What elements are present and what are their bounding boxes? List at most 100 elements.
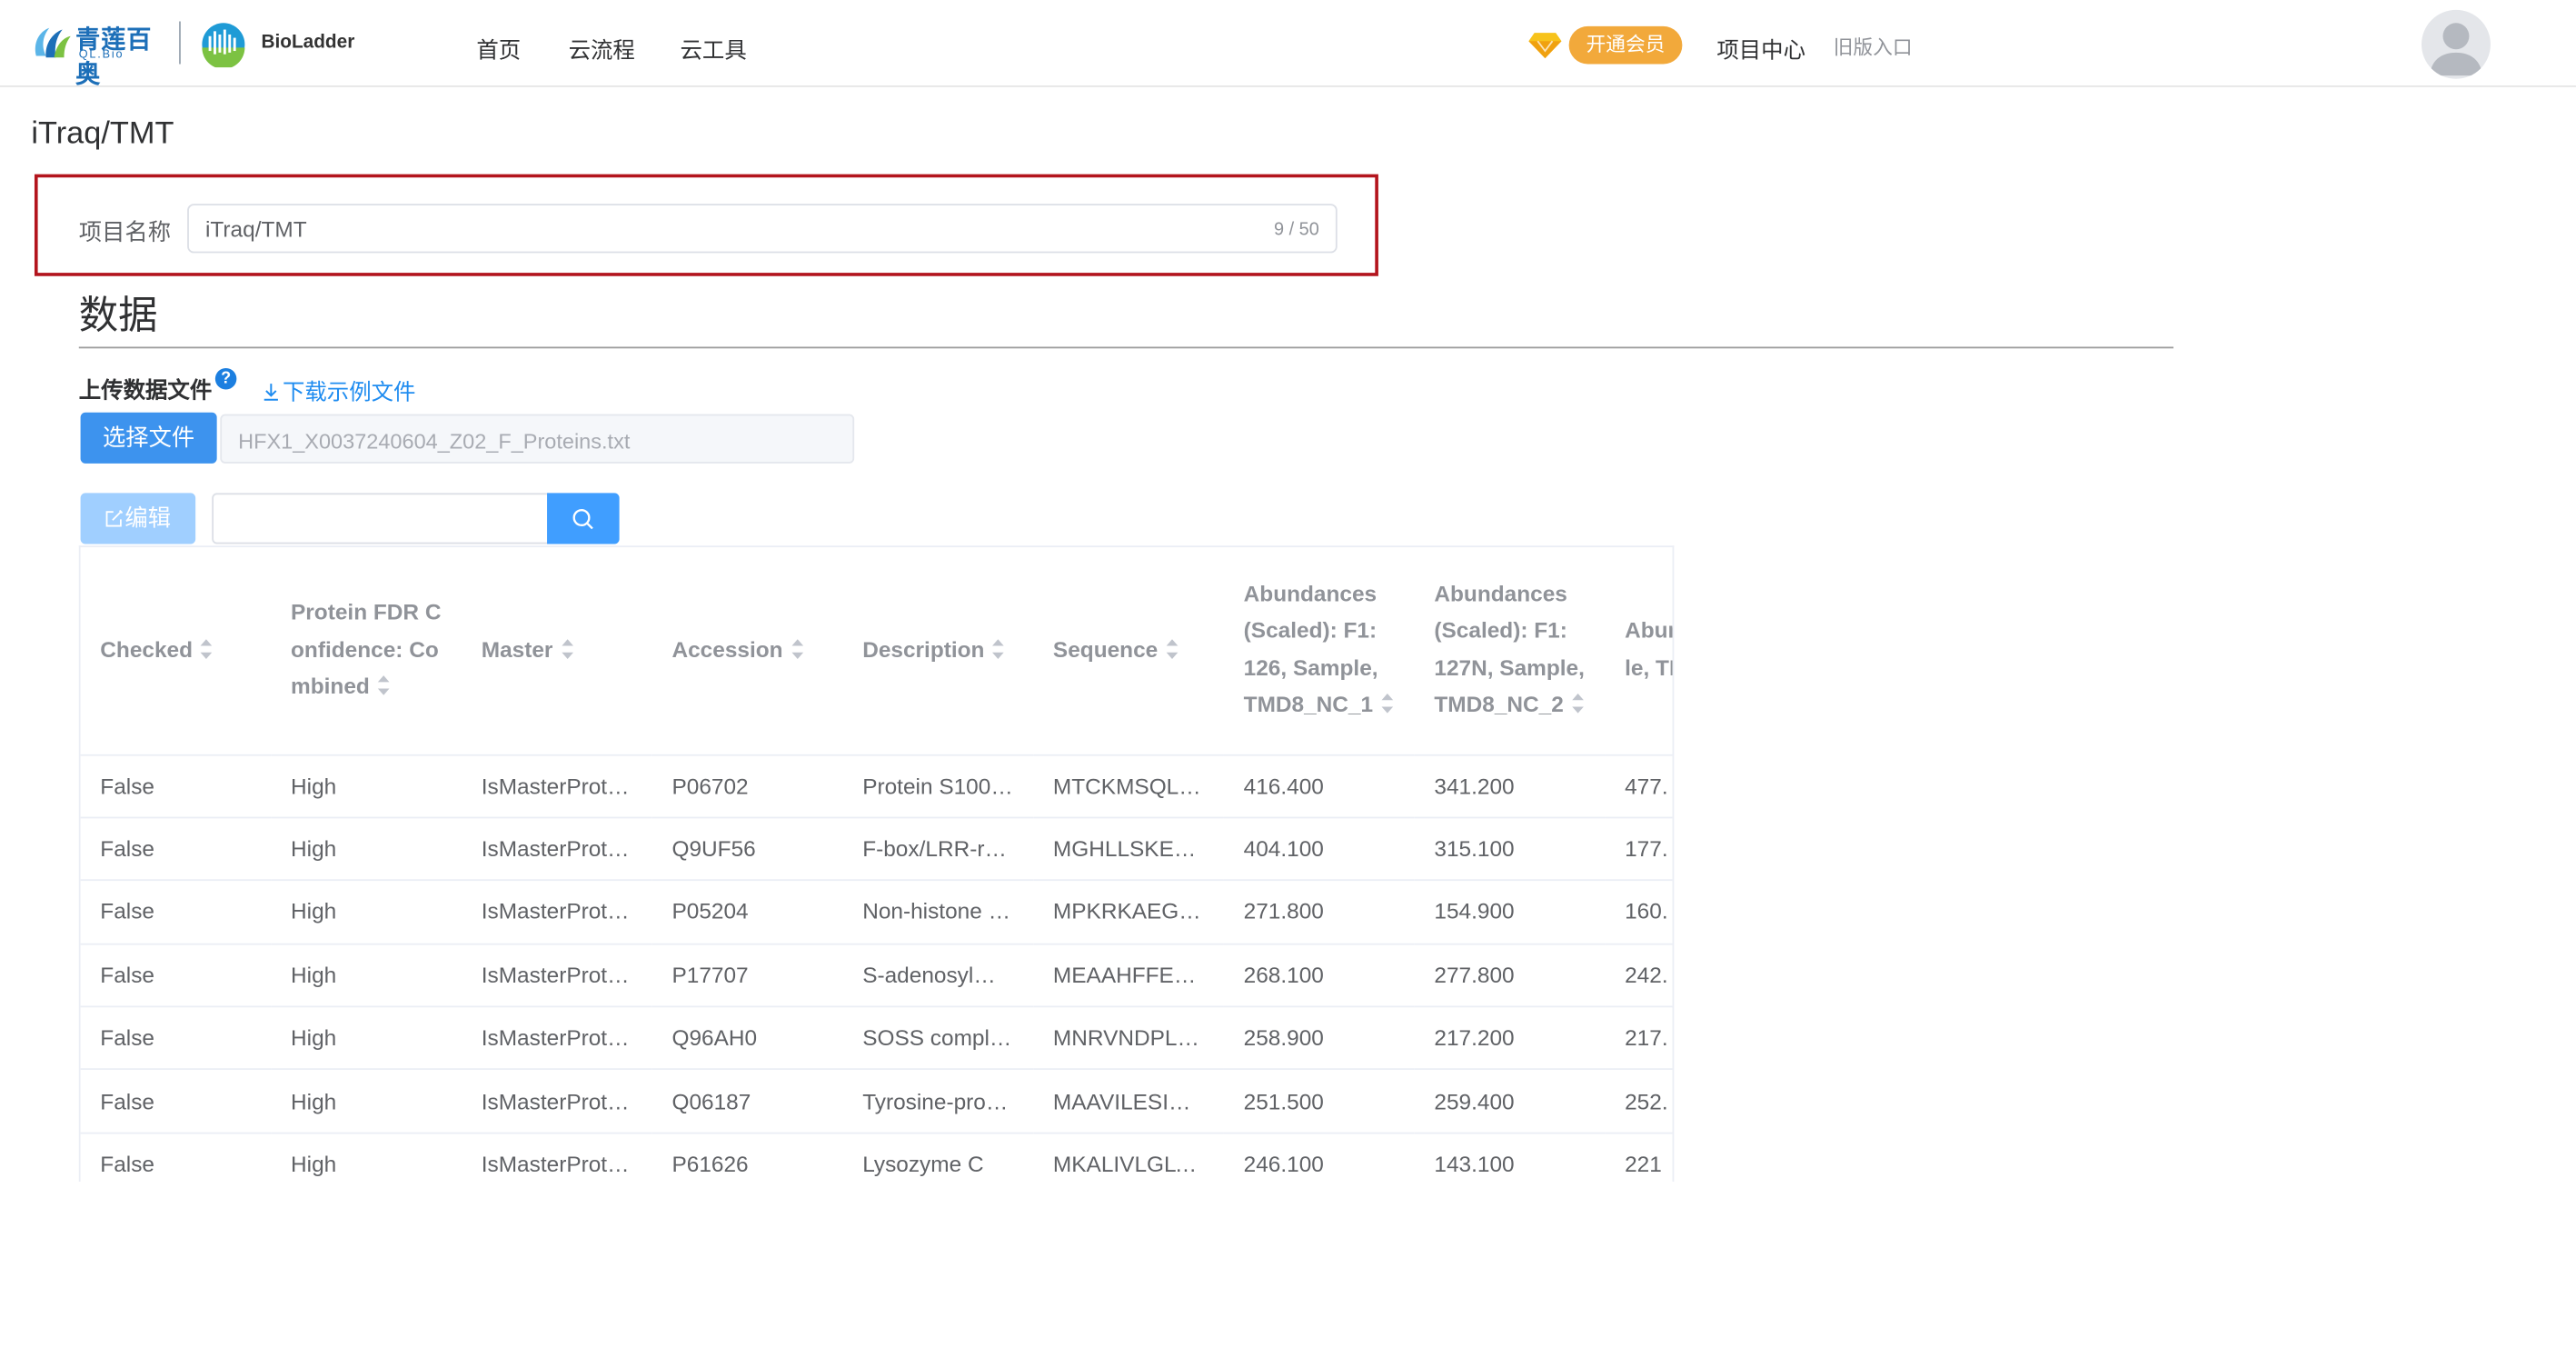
table-cell: 242. [1605, 944, 1673, 1008]
download-icon [264, 384, 278, 401]
table-cell: High [271, 817, 462, 882]
table-cell: 143.100 [1414, 1133, 1606, 1182]
bioladder-logo-text: BioLadder [261, 33, 355, 53]
table-row[interactable]: False High IsMasterProtein P17707 S-adenosyl… [80, 944, 1673, 1008]
sort-caret-icon[interactable] [991, 637, 1006, 660]
column-header[interactable]: Sequence [1033, 547, 1224, 755]
table-cell: 154.900 [1414, 880, 1606, 945]
edit-button[interactable]: 编辑 [80, 493, 196, 544]
open-membership-button[interactable]: 开通会员 [1568, 25, 1683, 65]
table-cell: 258.900 [1223, 1006, 1415, 1071]
table-cell: MNRVNDPLIFIRDIKPGLKNLNVVFIVLEIGRVTKTKDGH… [1033, 1006, 1224, 1071]
sort-caret-icon[interactable] [790, 637, 804, 660]
table-cell: 277.800 [1414, 944, 1606, 1008]
sort-caret-icon[interactable] [1570, 693, 1585, 715]
table-cell: 268.100 [1223, 944, 1415, 1008]
table-cell: Q9UF56 [651, 817, 843, 882]
table-cell: False [80, 880, 272, 945]
qingliang-logo[interactable]: 青莲百奥 QL.Bio [30, 20, 171, 89]
download-example-link[interactable]: 下载示例文件 [263, 373, 415, 405]
table-cell: 259.400 [1414, 1069, 1606, 1134]
choose-file-button[interactable]: 选择文件 [80, 412, 217, 464]
old-version-link[interactable]: 旧版入口 [1834, 33, 1913, 61]
bioladder-logo-icon [202, 23, 245, 68]
top-header: 青莲百奥 QL.Bio BioLadder 首页 云流程 云工具 开通会员 项目… [0, 0, 2576, 89]
table-cell: P61626 [651, 1133, 843, 1182]
project-center-link[interactable]: 项目中心 [1716, 31, 1805, 64]
column-header-label: Accession [671, 636, 783, 662]
project-name-value: iTraq/TMT [205, 216, 307, 242]
table-cell: 252. [1605, 1069, 1673, 1134]
table-cell: MAAVILESIFLKRSQQKKKTSPLNFKKRLFLLTVHKLSYY… [1033, 1069, 1224, 1134]
diamond-icon [1528, 33, 1562, 59]
table-cell: IsMasterProtein [462, 944, 652, 1008]
table-cell: P06702 [651, 754, 843, 819]
column-header[interactable]: Protein FDR Confidence: Combined [271, 547, 462, 755]
table-cell: 160. [1605, 880, 1673, 945]
table-cell: P17707 [651, 944, 843, 1008]
table-cell: 341.200 [1414, 754, 1606, 819]
project-name-input[interactable]: iTraq/TMT 9 / 50 [187, 204, 1338, 254]
table-cell: High [271, 1006, 462, 1071]
table-cell: IsMasterProtein [462, 817, 652, 882]
sort-caret-icon[interactable] [376, 674, 391, 696]
table-cell: False [80, 1006, 272, 1071]
table-cell: MPKRKAEGDAKGDKAKVKDEPQRRSARLSAKPAPPKPEPK… [1033, 880, 1224, 945]
column-header-label: Master [481, 636, 553, 662]
table-cell: S-adenosylmethionine decarboxylase proen… [842, 944, 1034, 1008]
data-table-viewport[interactable]: Checked Protein FDR Confidence: Combined M… [78, 545, 1675, 1182]
user-avatar[interactable] [2421, 9, 2491, 79]
sort-caret-icon[interactable] [1379, 693, 1394, 715]
table-cell: 251.500 [1223, 1069, 1415, 1134]
search-button[interactable] [547, 493, 620, 544]
table-cell: IsMasterProtein [462, 1133, 652, 1182]
column-header[interactable]: Abundances (Scaled): F1: 127N, Sample, T… [1414, 547, 1606, 755]
user-icon [2430, 23, 2482, 76]
table-cell: High [271, 754, 462, 819]
nav-home[interactable]: 首页 [476, 31, 521, 64]
column-header[interactable]: Abundances (Scaled): F1: 127C, Sample, T… [1605, 547, 1673, 755]
table-cell: False [80, 1133, 272, 1182]
table-cell: 177. [1605, 817, 1673, 882]
table-cell: MEAAHFFEGTEKLLEVWFSRQQPDANQGSGDLRTIPRSEW… [1033, 944, 1224, 1008]
table-row[interactable]: False High IsMasterProtein Q9UF56 F-box/LRR-… [80, 817, 1673, 882]
column-header[interactable]: Abundances (Scaled): F1: 126, Sample, TM… [1223, 547, 1415, 755]
table-cell: 246.100 [1223, 1133, 1415, 1182]
qingliang-logo-icon [35, 27, 71, 58]
download-example-text: 下载示例文件 [282, 379, 416, 404]
table-cell: Q06187 [651, 1069, 843, 1134]
table-header-row: Checked Protein FDR Confidence: Combined M… [80, 547, 1673, 755]
column-header[interactable]: Master [462, 547, 652, 755]
table-cell: Protein S100-A9 [842, 754, 1034, 819]
table-cell: IsMasterProtein [462, 754, 652, 819]
table-cell: False [80, 1069, 272, 1134]
column-header-label: Checked [100, 636, 194, 662]
nav-cloud-pipeline[interactable]: 云流程 [569, 31, 635, 64]
table-search-input[interactable] [212, 493, 549, 544]
bioladder-logo[interactable]: BioLadder [194, 22, 374, 68]
table-row[interactable]: False High IsMasterProtein P06702 Protein S1… [80, 754, 1673, 819]
data-table: Checked Protein FDR Confidence: Combined M… [80, 547, 1673, 1182]
column-header-label: Abundances (Scaled): F1: 126, Sample, TM… [1243, 581, 1378, 717]
column-header[interactable]: Checked [80, 547, 272, 755]
table-row[interactable]: False High IsMasterProtein P05204 Non-histon… [80, 880, 1673, 945]
table-row[interactable]: False High IsMasterProtein Q96AH0 SOSS compl… [80, 1006, 1673, 1071]
help-icon[interactable]: ? [214, 367, 237, 390]
search-icon [572, 509, 593, 530]
table-cell: 271.800 [1223, 880, 1415, 945]
table-row[interactable]: False High IsMasterProtein Q06187 Tyrosine-p… [80, 1069, 1673, 1134]
nav-cloud-tools[interactable]: 云工具 [681, 31, 747, 64]
column-header[interactable]: Accession [651, 547, 843, 755]
column-header[interactable]: Description [842, 547, 1034, 755]
table-cell: Non-histone chromosomal protein HMG-17 [842, 880, 1034, 945]
section-divider [78, 346, 2173, 349]
sort-caret-icon[interactable] [199, 637, 214, 660]
table-cell: False [80, 944, 272, 1008]
sort-caret-icon[interactable] [560, 637, 574, 660]
column-header-label: Description [862, 636, 985, 662]
table-cell: High [271, 944, 462, 1008]
table-cell: High [271, 880, 462, 945]
sort-caret-icon[interactable] [1164, 637, 1179, 660]
table-row[interactable]: False High IsMasterProtein P61626 Lysozyme C… [80, 1133, 1673, 1182]
column-header-label: Abundances (Scaled): F1: 127C, Sample, T… [1625, 618, 1672, 681]
